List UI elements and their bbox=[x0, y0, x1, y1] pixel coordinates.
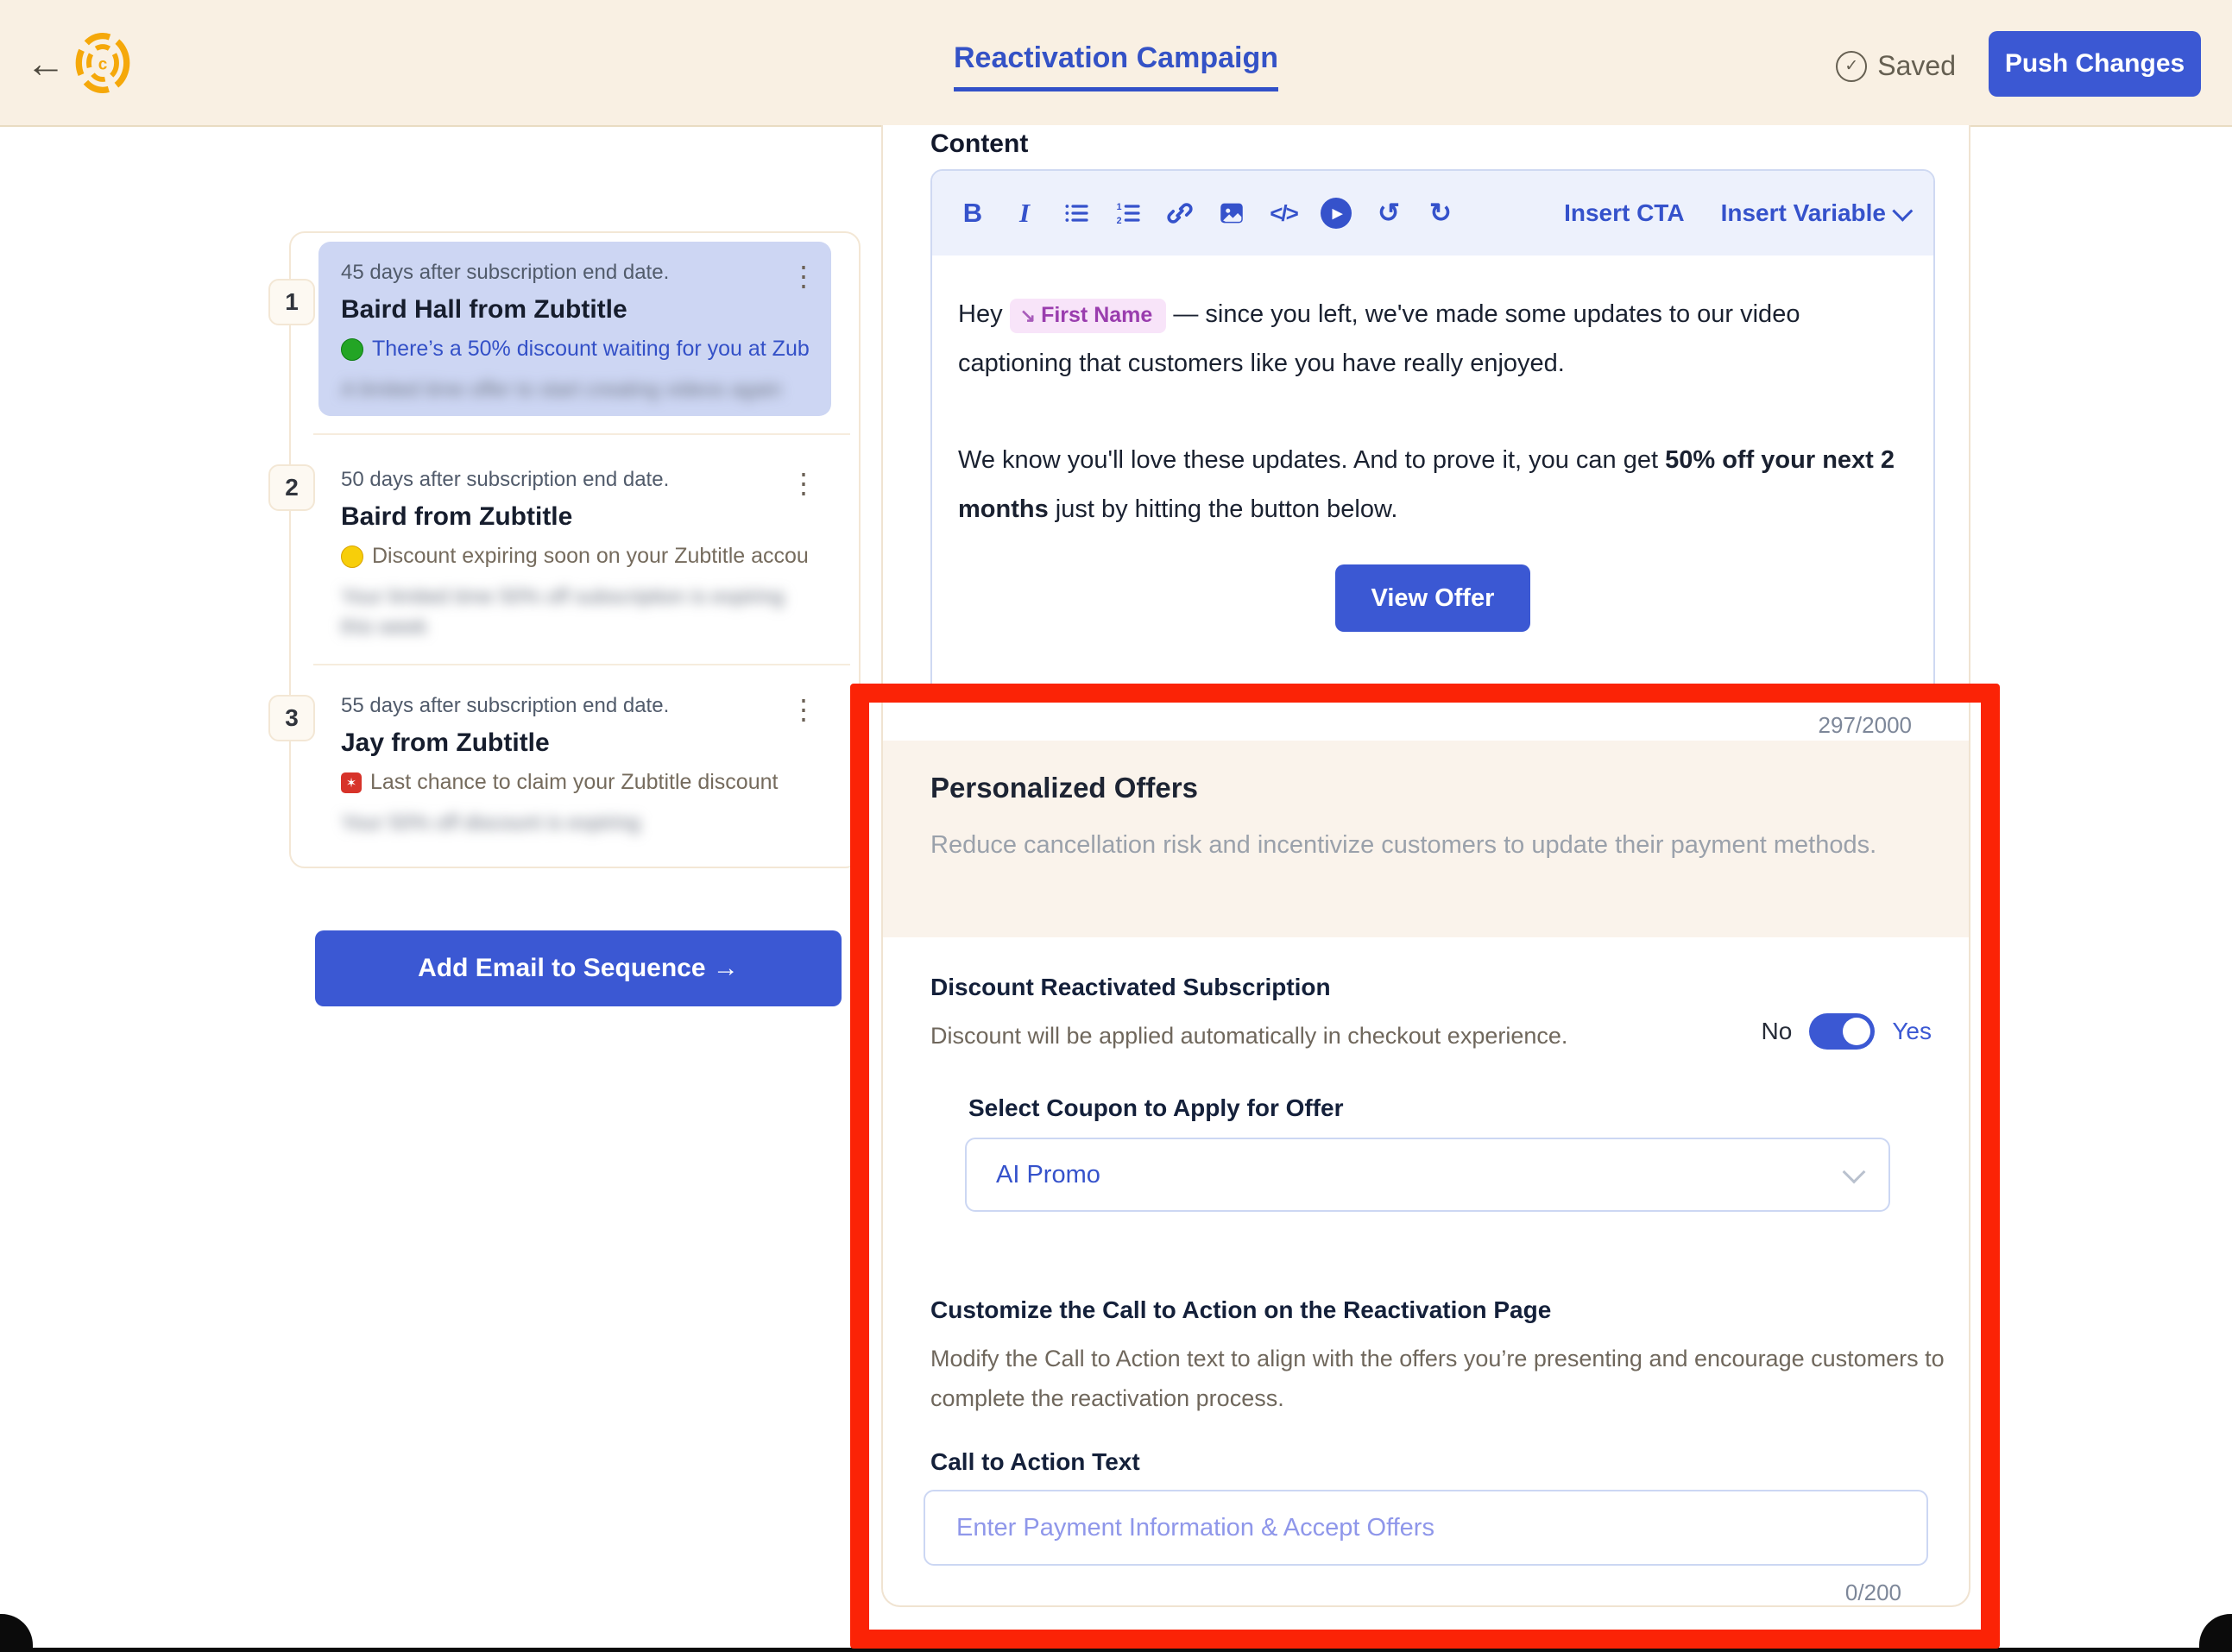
sequence-item-3[interactable]: ⋮ 55 days after subscription end date. J… bbox=[318, 675, 831, 856]
email-sequence-list: 1 2 3 ⋮ 45 days after subscription end d… bbox=[289, 231, 861, 868]
kebab-menu-icon[interactable]: ⋮ bbox=[790, 262, 817, 290]
kebab-menu-icon[interactable]: ⋮ bbox=[790, 696, 817, 723]
discount-title: Discount Reactivated Subscription bbox=[930, 974, 1932, 1001]
push-changes-button[interactable]: Push Changes bbox=[1989, 31, 2201, 97]
personalized-offers-title: Personalized Offers bbox=[930, 772, 1198, 804]
sequence-sender: Baird Hall from Zubtitle bbox=[341, 295, 809, 325]
bullet-list-icon[interactable] bbox=[1062, 196, 1091, 230]
insert-cta-button[interactable]: Insert CTA bbox=[1564, 199, 1685, 227]
window-corner-left bbox=[0, 1614, 33, 1652]
sequence-subject: Discount expiring soon on your Zubtitle … bbox=[341, 544, 809, 569]
sequence-preview-blurred: A limited time offer to start creating v… bbox=[341, 375, 790, 406]
toggle-knob bbox=[1843, 1018, 1870, 1045]
sequence-step-badge: 3 bbox=[268, 695, 315, 741]
formatting-icons: B I 12 </> ▶ ↺ ↻ bbox=[958, 196, 1455, 230]
sequence-subject-text: Discount expiring soon on your Zubtitle … bbox=[372, 544, 809, 569]
check-circle-icon: ✓ bbox=[1836, 51, 1867, 82]
code-icon[interactable]: </> bbox=[1269, 196, 1298, 230]
chevron-down-icon bbox=[1892, 200, 1913, 221]
undo-icon[interactable]: ↺ bbox=[1374, 196, 1403, 230]
play-glyph: ▶ bbox=[1321, 198, 1352, 229]
toggle-no-label: No bbox=[1762, 1018, 1793, 1045]
email-paragraph-1: Hey ↘First Name — since you left, we've … bbox=[958, 290, 1907, 388]
content-section-label: Content bbox=[930, 129, 1028, 159]
discount-toggle[interactable] bbox=[1809, 1013, 1875, 1050]
insert-variable-label: Insert Variable bbox=[1721, 199, 1886, 227]
variable-pill-label: First Name bbox=[1041, 303, 1152, 327]
save-status: ✓ Saved bbox=[1836, 50, 1956, 82]
save-status-label: Saved bbox=[1877, 50, 1956, 82]
divider bbox=[313, 433, 850, 435]
discount-toggle-group: No Yes bbox=[1762, 1013, 1932, 1050]
discount-description: Discount will be applied automatically i… bbox=[930, 1017, 1794, 1056]
siren-icon: ✶ bbox=[341, 772, 362, 793]
coupon-dropdown-value: AI Promo bbox=[996, 1161, 1100, 1189]
customize-cta-title: Customize the Call to Action on the Reac… bbox=[930, 1296, 1551, 1324]
image-icon[interactable] bbox=[1217, 196, 1246, 230]
sequence-delay: 45 days after subscription end date. bbox=[341, 261, 809, 285]
cta-char-count: 0/200 bbox=[1845, 1579, 1901, 1606]
svg-text:c: c bbox=[98, 55, 108, 73]
app-screen: ← c Reactivation Campaign ✓ Saved Push C… bbox=[0, 0, 2232, 1652]
window-bottom-edge bbox=[0, 1648, 2232, 1652]
personalized-offers-header-band: Personalized Offers Reduce cancellation … bbox=[883, 741, 1969, 937]
email-body-editor[interactable]: Hey ↘First Name — since you left, we've … bbox=[932, 255, 1933, 666]
sequence-subject[interactable]: There’s a 50% discount waiting for you a… bbox=[341, 337, 809, 362]
numbered-list-icon[interactable]: 12 bbox=[1113, 196, 1143, 230]
add-email-to-sequence-button[interactable]: Add Email to Sequence → bbox=[315, 930, 842, 1006]
toggle-yes-label: Yes bbox=[1892, 1018, 1932, 1045]
cta-text-input[interactable] bbox=[924, 1490, 1928, 1566]
coupon-select-label: Select Coupon to Apply for Offer bbox=[968, 1094, 1344, 1122]
customize-cta-description: Modify the Call to Action text to align … bbox=[930, 1340, 1958, 1419]
top-header: ← c Reactivation Campaign ✓ Saved Push C… bbox=[0, 0, 2232, 127]
sequence-delay: 55 days after subscription end date. bbox=[341, 694, 809, 718]
rich-text-editor: B I 12 </> ▶ ↺ ↻ bbox=[930, 169, 1935, 701]
sequence-preview-blurred: Your limited time 50% off subscription i… bbox=[341, 583, 790, 643]
kebab-menu-icon[interactable]: ⋮ bbox=[790, 470, 817, 497]
arrow-down-right-icon: ↘ bbox=[1020, 305, 1036, 326]
italic-icon[interactable]: I bbox=[1010, 196, 1039, 230]
chevron-down-icon bbox=[1843, 1160, 1866, 1183]
personalized-offers-subtitle: Reduce cancellation risk and incentivize… bbox=[930, 825, 1936, 867]
svg-text:2: 2 bbox=[1117, 216, 1122, 226]
insert-variable-button[interactable]: Insert Variable bbox=[1721, 199, 1907, 227]
page-title[interactable]: Reactivation Campaign bbox=[954, 41, 1278, 91]
sequence-subject-text: Last chance to claim your Zubtitle disco… bbox=[370, 770, 778, 795]
sequence-sender: Jay from Zubtitle bbox=[341, 728, 809, 758]
content-char-count: 297/2000 bbox=[1819, 712, 1912, 739]
sequence-preview-blurred: Your 50% off discount is expiring bbox=[341, 809, 790, 839]
sequence-step-badge: 1 bbox=[268, 279, 315, 325]
sequence-item-2[interactable]: ⋮ 50 days after subscription end date. B… bbox=[318, 449, 831, 652]
view-offer-button[interactable]: View Offer bbox=[1335, 564, 1530, 632]
cta-text-label: Call to Action Text bbox=[930, 1448, 1140, 1476]
window-corner-right bbox=[2199, 1614, 2232, 1652]
link-icon[interactable] bbox=[1165, 196, 1195, 230]
svg-text:1: 1 bbox=[1117, 202, 1122, 212]
sequence-subject-text: There’s a 50% discount waiting for you a… bbox=[372, 337, 809, 362]
discount-reactivated-row: Discount Reactivated Subscription Discou… bbox=[930, 974, 1932, 1056]
email-paragraph-2: We know you'll love these updates. And t… bbox=[958, 436, 1907, 533]
sequence-subject: ✶ Last chance to claim your Zubtitle dis… bbox=[341, 770, 809, 795]
green-circle-icon bbox=[341, 338, 363, 361]
bold-icon[interactable]: B bbox=[958, 196, 987, 230]
back-arrow-icon[interactable]: ← bbox=[26, 43, 66, 83]
sequence-sender: Baird from Zubtitle bbox=[341, 502, 809, 532]
redo-icon[interactable]: ↻ bbox=[1426, 196, 1455, 230]
zubtitle-logo-icon: c bbox=[74, 33, 131, 93]
sequence-step-badge: 2 bbox=[268, 464, 315, 511]
divider bbox=[313, 664, 850, 665]
insert-actions: Insert CTA Insert Variable bbox=[1564, 199, 1907, 227]
play-icon[interactable]: ▶ bbox=[1321, 196, 1352, 230]
sequence-delay: 50 days after subscription end date. bbox=[341, 468, 809, 492]
yellow-circle-icon bbox=[341, 545, 363, 568]
sequence-item-1[interactable]: ⋮ 45 days after subscription end date. B… bbox=[318, 242, 831, 416]
coupon-dropdown[interactable]: AI Promo bbox=[965, 1138, 1890, 1212]
first-name-variable-pill[interactable]: ↘First Name bbox=[1010, 299, 1167, 333]
editor-toolbar: B I 12 </> ▶ ↺ ↻ bbox=[932, 171, 1933, 255]
